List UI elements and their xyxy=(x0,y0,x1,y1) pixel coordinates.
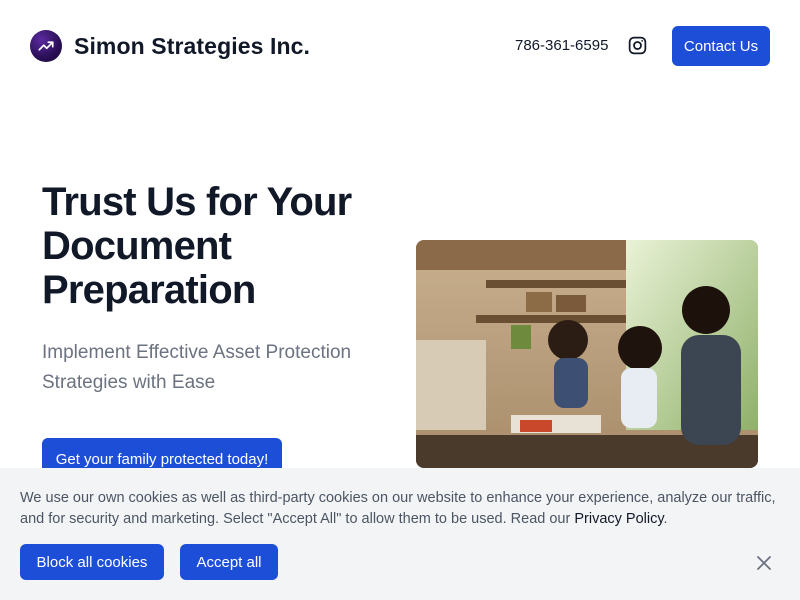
brand-logo[interactable]: Simon Strategies Inc. xyxy=(30,30,310,62)
contact-button[interactable]: Contact Us xyxy=(672,26,770,66)
hero-title: Trust Us for Your Document Preparation xyxy=(42,180,352,312)
cookie-banner: We use our own cookies as well as third-… xyxy=(0,468,800,600)
instagram-icon[interactable] xyxy=(627,35,648,56)
privacy-policy-link[interactable]: Privacy Policy xyxy=(574,511,663,527)
hero-photo xyxy=(416,240,758,468)
phone-link[interactable]: 786-361-6595 xyxy=(515,37,608,54)
brand-name: Simon Strategies Inc. xyxy=(74,32,310,59)
site-header: Simon Strategies Inc. 786-361-6595 Conta… xyxy=(0,0,800,92)
close-icon[interactable] xyxy=(754,553,774,573)
block-cookies-button[interactable]: Block all cookies xyxy=(20,544,164,580)
cookie-message: We use our own cookies as well as third-… xyxy=(20,488,780,530)
hero-subtitle: Implement Effective Asset Protection Str… xyxy=(42,342,352,393)
accept-cookies-button[interactable]: Accept all xyxy=(180,544,278,580)
trending-up-icon xyxy=(30,30,62,62)
cookie-trailing: . xyxy=(663,511,668,527)
